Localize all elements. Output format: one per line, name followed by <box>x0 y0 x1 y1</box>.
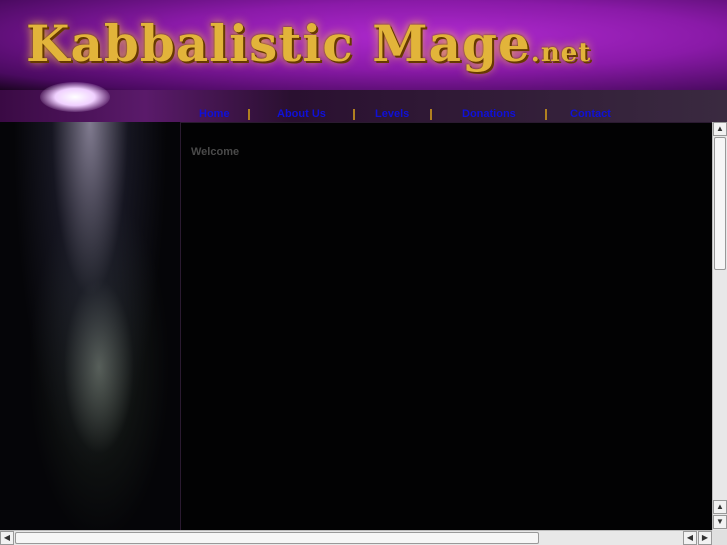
scrollbar-corner <box>712 530 727 545</box>
horizontal-scrollbar[interactable]: ◀ ◀ ▶ <box>0 530 712 545</box>
nav-divider <box>353 109 355 120</box>
logo-suffix: .net <box>530 38 592 68</box>
nav-levels[interactable]: Levels <box>375 108 409 120</box>
light-glow <box>40 82 110 112</box>
site-logo: Kabbalistic Mage.net <box>26 14 591 73</box>
logo-text: Kabbalistic Mage <box>26 14 531 73</box>
main-content: Welcome <box>180 122 712 530</box>
nav-about-us[interactable]: About Us <box>277 108 326 120</box>
nav-home[interactable]: Home <box>199 108 230 120</box>
horizontal-scroll-thumb[interactable] <box>15 532 539 544</box>
nav-donations[interactable]: Donations <box>462 108 516 120</box>
scroll-down-button[interactable]: ▼ <box>713 515 727 529</box>
nav-divider <box>430 109 432 120</box>
nav-divider <box>545 109 547 120</box>
scroll-down-button[interactable]: ▲ <box>713 500 727 514</box>
vertical-scrollbar[interactable]: ▲ ▲ ▼ <box>712 122 727 530</box>
nav-contact[interactable]: Contact <box>570 108 611 120</box>
scroll-up-button[interactable]: ▲ <box>713 122 727 136</box>
scroll-left-button[interactable]: ◀ <box>683 531 697 545</box>
nav-divider <box>248 109 250 120</box>
welcome-heading: Welcome <box>191 146 240 158</box>
scroll-right-button[interactable]: ▶ <box>698 531 712 545</box>
forest-light-image <box>0 122 180 530</box>
scroll-left-button[interactable]: ◀ <box>0 531 14 545</box>
vertical-scroll-thumb[interactable] <box>714 137 726 270</box>
site-banner: Kabbalistic Mage.net <box>0 0 727 90</box>
